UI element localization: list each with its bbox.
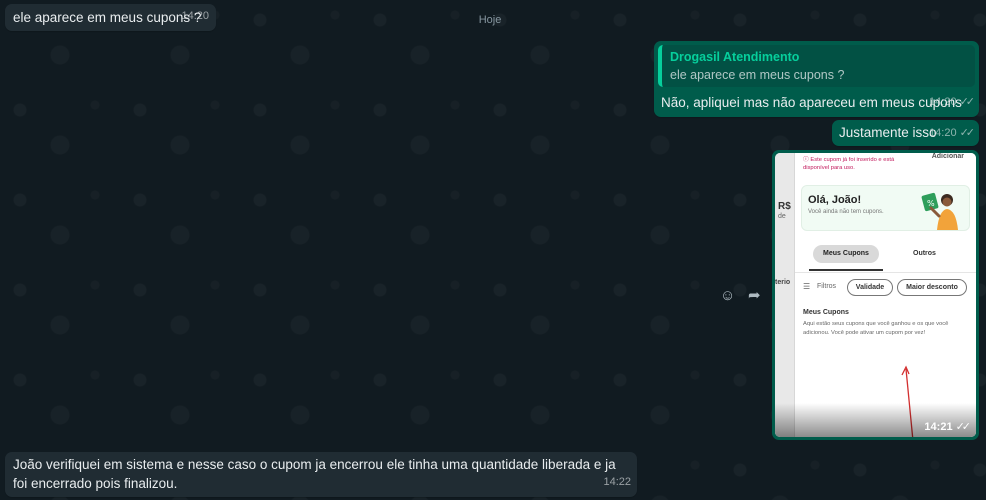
screenshot-main-panel: ⓘ Este cupom já foi inserido e está disp… <box>795 153 976 437</box>
screenshot-chip-validity: Validade <box>847 279 893 296</box>
screenshot-tabs: Meus Cupons Outros <box>795 243 976 273</box>
outgoing-reply-message[interactable]: Drogasil Atendimento ele aparece em meus… <box>654 41 979 117</box>
screenshot-add-button: Adicionar <box>931 153 964 160</box>
screenshot-price-label: R$ <box>778 201 791 212</box>
date-divider: Hoje <box>478 14 502 26</box>
message-time-value: 14:20 <box>929 96 957 108</box>
message-time: 14:22 <box>603 476 631 488</box>
message-time: 14:20 ✓✓ <box>929 93 976 112</box>
double-check-icon: ✓✓ <box>959 127 976 139</box>
screenshot-filters: ☰ Filtros Validade Maior desconto <box>803 279 972 299</box>
message-text: João verifiquei em sistema e nesse caso … <box>13 457 616 491</box>
screenshot-filters-label: Filtros <box>817 283 837 290</box>
person-illustration-icon: % <box>921 192 958 230</box>
screenshot-tab-underline <box>809 269 883 271</box>
outgoing-image-message[interactable]: R$ de terio ⓘ Este cupom já foi inserido… <box>772 150 979 440</box>
message-time-value: 14:21 <box>924 421 953 433</box>
message-hover-actions: ☺ ➦ <box>720 287 770 305</box>
outgoing-message[interactable]: Justamente isso 14:20 ✓✓ <box>832 120 979 146</box>
screenshot-no-coupons: Você ainda não tem cupons. <box>808 209 884 215</box>
incoming-message[interactable]: ele aparece em meus cupons ? 14:20 <box>5 4 216 31</box>
message-time-value: 14:20 <box>929 127 957 139</box>
screenshot-left-panel: R$ de terio <box>775 153 795 437</box>
double-check-icon: ✓✓ <box>959 96 976 108</box>
screenshot-section-title: Meus Cupons <box>803 309 849 316</box>
screenshot-price-sub: de <box>778 213 786 220</box>
forward-icon[interactable]: ➦ <box>748 287 761 305</box>
image-screenshot[interactable]: R$ de terio ⓘ Este cupom já foi inserido… <box>775 153 976 437</box>
quoted-author: Drogasil Atendimento <box>670 50 800 64</box>
message-text: ele aparece em meus cupons ? <box>13 10 202 25</box>
filter-sliders-icon: ☰ <box>803 282 811 291</box>
message-text: Justamente isso <box>839 125 937 140</box>
screenshot-greeting: Olá, João! <box>808 194 862 206</box>
quoted-text: ele aparece em meus cupons ? <box>670 68 845 82</box>
screenshot-warning-text: ⓘ Este cupom já foi inserido e está disp… <box>803 157 903 172</box>
incoming-message[interactable]: João verifiquei em sistema e nesse caso … <box>5 452 637 497</box>
emoji-reaction-icon[interactable]: ☺ <box>720 287 735 305</box>
screenshot-section-label: terio <box>775 279 791 286</box>
message-time: 14:20 <box>181 10 209 22</box>
message-text: Não, apliquei mas não apareceu em meus c… <box>661 95 962 110</box>
double-check-icon: ✓✓ <box>955 421 972 433</box>
screenshot-tab-others: Outros <box>913 250 936 257</box>
screenshot-chip-discount: Maior desconto <box>897 279 967 296</box>
quoted-message[interactable]: Drogasil Atendimento ele aparece em meus… <box>658 45 975 87</box>
screenshot-tab-my-coupons: Meus Cupons <box>813 245 879 263</box>
message-time: 14:20 ✓✓ <box>929 124 976 143</box>
message-time: 14:21 ✓✓ <box>924 420 972 433</box>
screenshot-greeting-card: Olá, João! Você ainda não tem cupons. % <box>801 185 970 231</box>
warning-message: Este cupom já foi inserido e está dispon… <box>803 157 895 171</box>
screenshot-section-text: Aqui estão seus cupons que você ganhou e… <box>803 321 949 336</box>
